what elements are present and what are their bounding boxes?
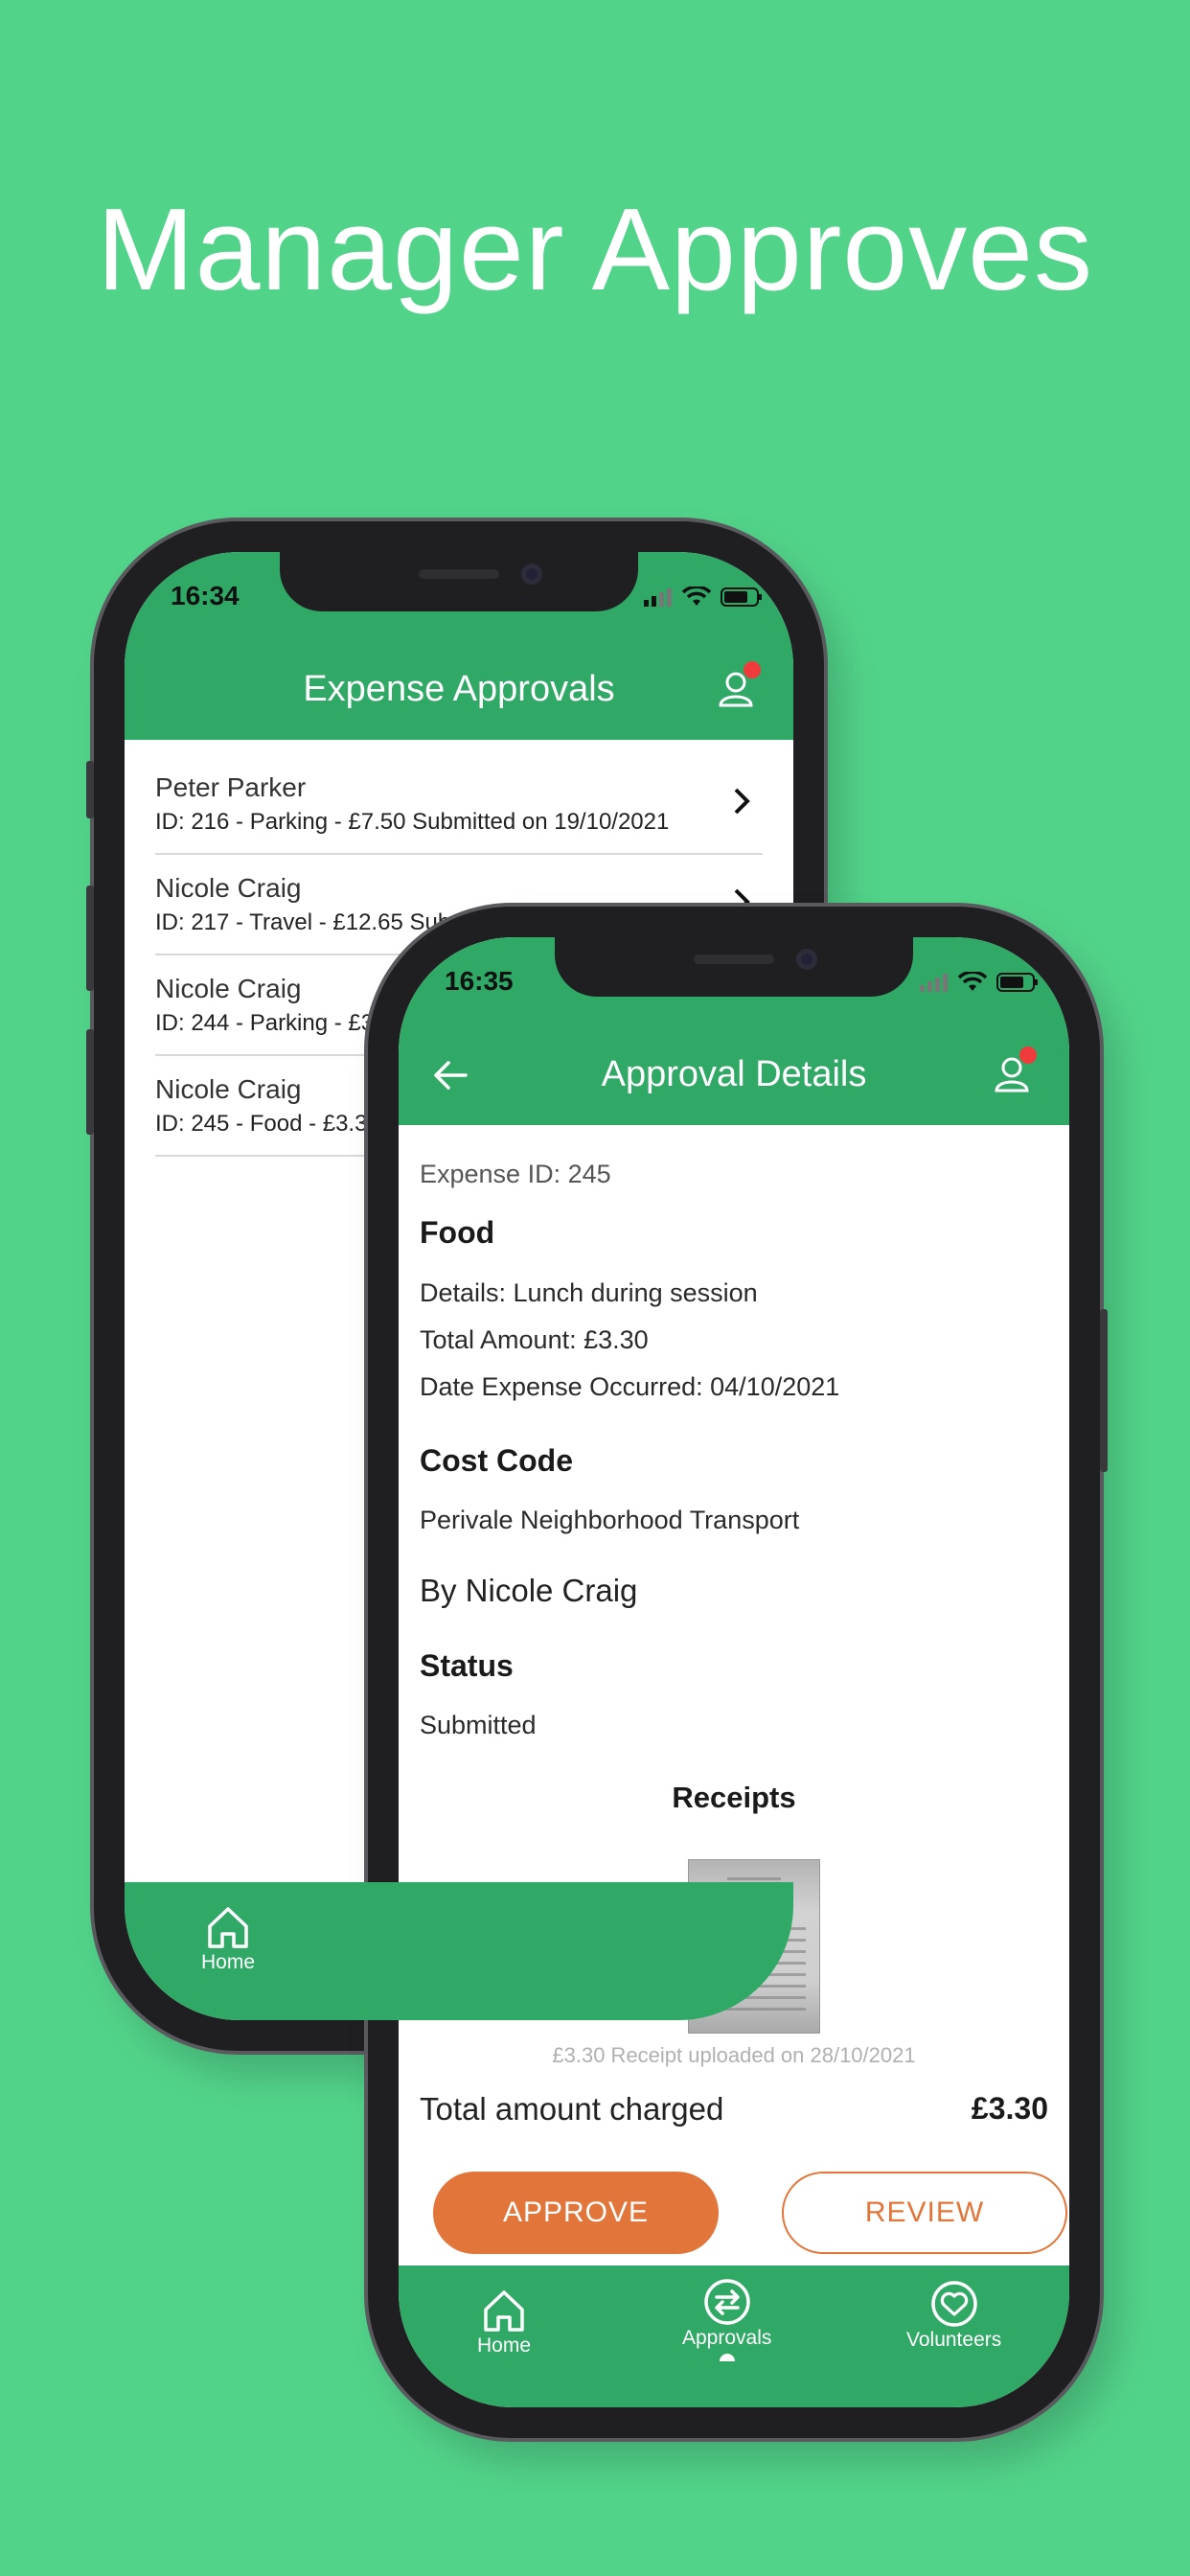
list-item-name: Nicole Craig — [155, 1074, 302, 1104]
notification-badge — [744, 661, 761, 678]
notch — [555, 937, 913, 997]
expense-details: Details: Lunch during session — [420, 1278, 758, 1307]
notification-badge — [1019, 1046, 1037, 1064]
approvals-icon — [703, 2279, 750, 2325]
signal-icon — [644, 588, 672, 607]
expense-id: Expense ID: 245 — [420, 1160, 611, 1188]
page-title: Expense Approvals — [303, 668, 615, 709]
home-icon — [484, 2290, 524, 2332]
bottom-nav: Home Approvals Volunteers — [399, 2266, 1069, 2407]
page-headline: Manager Approves — [96, 184, 1094, 314]
bottom-nav: Home — [125, 1882, 793, 2020]
app-header: Approval Details — [399, 1024, 1069, 1125]
wifi-icon — [958, 972, 987, 991]
back-button[interactable] — [427, 1052, 473, 1098]
home-icon — [208, 1907, 248, 1948]
list-item-details: ID: 216 - Parking - £7.50 Submitted on 1… — [155, 809, 670, 835]
cost-code-heading: Cost Code — [420, 1443, 573, 1478]
list-item-name: Nicole Craig — [155, 873, 302, 903]
receipts-heading: Receipts — [672, 1781, 796, 1814]
list-item-name: Nicole Craig — [155, 974, 302, 1003]
signal-icon — [920, 974, 948, 992]
nav-home-label: Home — [477, 2334, 532, 2357]
nav-home[interactable]: Home — [477, 2287, 531, 2358]
status-heading: Status — [420, 1648, 514, 1683]
approve-button[interactable]: APPROVE — [433, 2172, 719, 2254]
review-button[interactable]: REVIEW — [782, 2172, 1067, 2254]
status-value: Submitted — [420, 1711, 537, 1739]
phone-front: 16:35 Approval Details Expense ID: 245 F… — [368, 907, 1108, 2438]
receipt-caption: £3.30 Receipt uploaded on 28/10/2021 — [552, 2043, 916, 2067]
volunteers-icon — [930, 2281, 977, 2327]
cost-code-value: Perivale Neighborhood Transport — [420, 1506, 800, 1534]
app-header: Expense Approvals — [125, 638, 793, 740]
expense-category: Food — [420, 1215, 495, 1250]
chevron-right-icon — [734, 788, 750, 815]
active-tab-indicator — [719, 2354, 735, 2361]
list-item-name: Peter Parker — [155, 772, 307, 802]
nav-volunteers-label: Volunteers — [906, 2329, 1002, 2351]
nav-home-label: Home — [201, 1951, 256, 1973]
battery-icon — [721, 587, 762, 607]
nav-home[interactable]: Home — [201, 1903, 255, 1974]
back-arrow-icon — [434, 1061, 468, 1090]
profile-button[interactable] — [711, 661, 765, 715]
nav-volunteers[interactable]: Volunteers — [906, 2279, 1001, 2352]
list-item[interactable]: Peter Parker ID: 216 - Parking - £7.50 S… — [155, 753, 763, 855]
total-charged-value: £3.30 — [971, 2091, 1048, 2126]
profile-button[interactable] — [987, 1046, 1041, 1100]
status-time: 16:34 — [171, 581, 240, 610]
nav-approvals[interactable]: Approvals — [682, 2277, 771, 2361]
expense-total-amount: Total Amount: £3.30 — [420, 1325, 649, 1354]
wifi-icon — [682, 586, 711, 606]
battery-icon — [996, 973, 1038, 992]
total-charged-label: Total amount charged — [420, 2091, 724, 2127]
submitted-by: By Nicole Craig — [420, 1573, 638, 1608]
notch — [280, 552, 638, 611]
status-time: 16:35 — [445, 966, 514, 996]
nav-approvals-label: Approvals — [682, 2327, 772, 2349]
expense-date: Date Expense Occurred: 04/10/2021 — [420, 1372, 840, 1401]
page-title: Approval Details — [601, 1053, 867, 1094]
approval-details-screen: 16:35 Approval Details Expense ID: 245 F… — [399, 937, 1069, 2407]
